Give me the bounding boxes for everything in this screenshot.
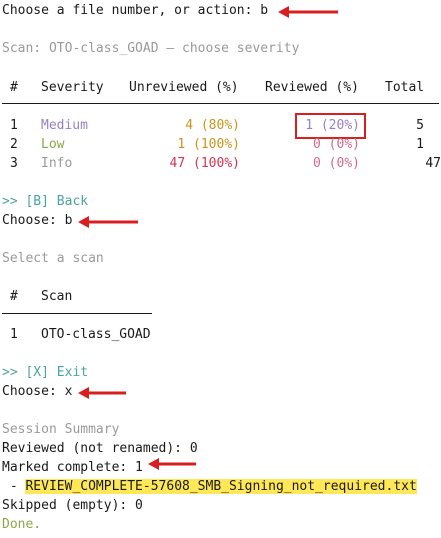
exit-option[interactable]: >> [X] Exit bbox=[2, 364, 88, 382]
back-option[interactable]: >> [B] Back bbox=[2, 193, 88, 211]
row-reviewed: 0 (0%) bbox=[313, 156, 360, 171]
row-num: 2 bbox=[10, 137, 18, 152]
row-total: 5 bbox=[416, 118, 424, 133]
session-summary-title: Session Summary bbox=[2, 422, 120, 437]
action-prompt-line: Choose a file number, or action: b bbox=[2, 2, 268, 20]
row-reviewed: 0 (0%) bbox=[313, 137, 360, 152]
done-message: Done. bbox=[2, 517, 42, 532]
scan-col-header-num: # bbox=[10, 289, 18, 304]
scan-heading: Scan: OTO-class_GOAD — choose severity bbox=[2, 41, 300, 56]
row-num: 1 bbox=[10, 118, 18, 133]
row-total: 1 bbox=[416, 137, 424, 152]
annotation-arrow-icon bbox=[278, 6, 340, 18]
row-severity: Low bbox=[41, 137, 65, 152]
col-header-num: # bbox=[10, 80, 18, 95]
file-bullet: - bbox=[2, 479, 26, 494]
scan-table-rule bbox=[2, 313, 152, 314]
row-unreviewed: 47 (100%) bbox=[169, 156, 240, 171]
table-rule bbox=[2, 103, 439, 104]
row-severity: Medium bbox=[41, 118, 88, 133]
annotation-arrow-icon bbox=[148, 458, 198, 470]
row-severity: Info bbox=[41, 156, 73, 171]
choose-prompt-line: Choose: b bbox=[2, 212, 72, 230]
choose-prompt: Choose: bbox=[2, 213, 57, 228]
col-header-severity: Severity bbox=[41, 80, 104, 95]
action-prompt: Choose a file number, or action: bbox=[2, 3, 253, 18]
annotation-arrow-icon bbox=[78, 387, 128, 399]
row-num: 3 bbox=[10, 156, 18, 171]
choose-prompt-line: Choose: x bbox=[2, 383, 72, 401]
annotation-arrow-icon bbox=[78, 216, 140, 228]
choose-input-value[interactable]: b bbox=[65, 213, 73, 228]
choose-input-value[interactable]: x bbox=[65, 384, 73, 399]
summary-reviewed: Reviewed (not renamed): 0 bbox=[2, 441, 198, 456]
select-scan-heading: Select a scan bbox=[2, 251, 104, 266]
scan-col-header-scan: Scan bbox=[41, 289, 73, 304]
choose-prompt: Choose: bbox=[2, 384, 57, 399]
col-header-total: Total bbox=[385, 80, 425, 95]
row-total: 47 bbox=[425, 156, 441, 171]
summary-marked-complete: Marked complete: 1 bbox=[2, 460, 143, 475]
scan-row-name: OTO-class_GOAD bbox=[41, 327, 151, 342]
row-unreviewed: 4 (80%) bbox=[185, 118, 240, 133]
action-input-value[interactable]: b bbox=[260, 3, 268, 18]
summary-file-line: - REVIEW_COMPLETE-57608_SMB_Signing_not_… bbox=[2, 478, 417, 496]
row-unreviewed: 1 (100%) bbox=[177, 137, 240, 152]
scan-row-num: 1 bbox=[10, 327, 18, 342]
summary-skipped: Skipped (empty): 0 bbox=[2, 498, 143, 513]
completed-file-name: REVIEW_COMPLETE-57608_SMB_Signing_not_re… bbox=[25, 479, 417, 494]
col-header-reviewed: Reviewed (%) bbox=[265, 80, 359, 95]
col-header-unreviewed: Unreviewed (%) bbox=[129, 80, 239, 95]
